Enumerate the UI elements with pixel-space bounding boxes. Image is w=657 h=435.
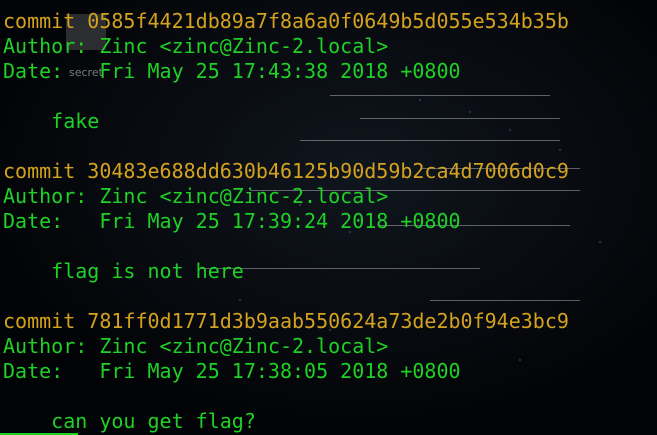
message-line: flag is not here: [3, 259, 244, 283]
terminal-window[interactable]: secret commit 0585f4421db89a7f8a6a0f0649…: [0, 0, 657, 435]
commit-line: commit 781ff0d1771d3b9aab550624a73de2b0f…: [3, 309, 569, 333]
message-line: can you get flag?: [3, 409, 256, 433]
commit-line: commit 30483e688dd630b46125b90d59b2ca4d7…: [3, 159, 569, 183]
message-line: fake: [3, 109, 100, 133]
commit-line: commit 0585f4421db89a7f8a6a0f0649b5d055e…: [3, 9, 569, 33]
meta-line: Date: Fri May 25 17:38:05 2018 +0800: [3, 359, 461, 383]
terminal-output: commit 0585f4421db89a7f8a6a0f0649b5d055e…: [3, 9, 569, 434]
meta-line: Author: Zinc <zinc@Zinc-2.local>: [3, 334, 389, 358]
meta-line: Date: Fri May 25 17:43:38 2018 +0800: [3, 59, 461, 83]
meta-line: Date: Fri May 25 17:39:24 2018 +0800: [3, 209, 461, 233]
meta-line: Author: Zinc <zinc@Zinc-2.local>: [3, 34, 389, 58]
meta-line: Author: Zinc <zinc@Zinc-2.local>: [3, 184, 389, 208]
